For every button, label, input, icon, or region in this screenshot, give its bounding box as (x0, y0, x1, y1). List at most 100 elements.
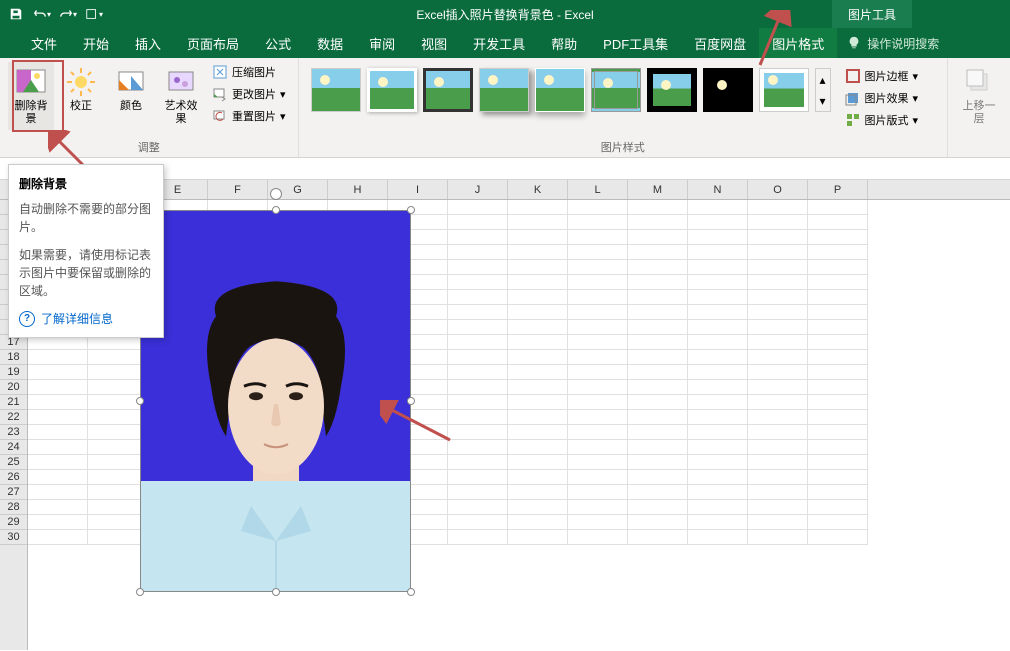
style-preset-7[interactable] (647, 68, 697, 112)
tab-file[interactable]: 文件 (18, 28, 70, 58)
group-picture-styles: ▴▾ 图片边框 ▾ 图片效果 ▾ 图片版式 ▾ 图片样式 (299, 58, 948, 157)
row-header-20[interactable]: 20 (0, 380, 27, 395)
style-preset-8[interactable] (703, 68, 753, 112)
row-header-30[interactable]: 30 (0, 530, 27, 545)
tab-developer[interactable]: 开发工具 (460, 28, 538, 58)
contextual-tab-label: 图片工具 (832, 0, 912, 28)
cells-area[interactable] (28, 200, 1010, 650)
tab-view[interactable]: 视图 (408, 28, 460, 58)
sun-icon (65, 66, 97, 98)
col-header-H[interactable]: H (328, 180, 388, 199)
tell-me-label: 操作说明搜索 (867, 35, 939, 52)
col-header-M[interactable]: M (628, 180, 688, 199)
style-preset-2[interactable] (367, 68, 417, 112)
picture-layout-button[interactable]: 图片版式 ▾ (843, 110, 921, 130)
forward-icon (963, 66, 995, 98)
row-header-24[interactable]: 24 (0, 440, 27, 455)
group-styles-label: 图片样式 (601, 136, 645, 157)
handle-ne[interactable] (407, 206, 415, 214)
handle-e[interactable] (407, 397, 415, 405)
reset-picture-button[interactable]: 重置图片 ▾ (208, 106, 290, 126)
tell-me-search[interactable]: 操作说明搜索 (847, 35, 939, 52)
window-title: Excel插入照片替换背景色 - Excel (416, 6, 593, 23)
bulb-icon (847, 36, 861, 50)
rotate-handle[interactable] (270, 188, 282, 200)
tab-insert[interactable]: 插入 (122, 28, 174, 58)
redo-button[interactable]: ▾ (56, 3, 80, 25)
tab-review[interactable]: 审阅 (356, 28, 408, 58)
picture-effects-button[interactable]: 图片效果 ▾ (843, 88, 921, 108)
bring-forward-button[interactable]: 上移一层 (956, 62, 1002, 130)
artistic-button[interactable]: 艺术效果 (158, 62, 204, 130)
col-header-F[interactable]: F (208, 180, 268, 199)
titlebar: ▾ ▾ ▾ Excel插入照片替换背景色 - Excel 图片工具 (0, 0, 1010, 28)
ribbon: 删除背景 校正 颜色 艺术效果 压缩图片 更改图片 ▾ 重置图片 ▾ 调整 (0, 58, 1010, 158)
handle-sw[interactable] (136, 588, 144, 596)
color-icon (115, 66, 147, 98)
picture-style-gallery: ▴▾ (307, 62, 835, 118)
tab-help[interactable]: 帮助 (538, 28, 590, 58)
corrections-button[interactable]: 校正 (58, 62, 104, 117)
artistic-label: 艺术效果 (160, 100, 202, 126)
layout-icon (845, 112, 861, 128)
corrections-label: 校正 (70, 100, 92, 113)
group-arrange: 上移一层 (948, 58, 1010, 157)
reset-icon (212, 108, 228, 124)
row-header-29[interactable]: 29 (0, 515, 27, 530)
style-preset-5[interactable] (535, 68, 585, 112)
change-icon (212, 86, 228, 102)
qat-more-button[interactable]: ▾ (82, 3, 106, 25)
col-header-N[interactable]: N (688, 180, 748, 199)
handle-w[interactable] (136, 397, 144, 405)
tab-pagelayout[interactable]: 页面布局 (174, 28, 252, 58)
row-header-19[interactable]: 19 (0, 365, 27, 380)
remove-background-button[interactable]: 删除背景 (8, 62, 54, 130)
handle-se[interactable] (407, 588, 415, 596)
remove-background-tooltip: 删除背景 自动删除不需要的部分图片。 如果需要，请使用标记表示图片中要保留或删除… (8, 164, 164, 338)
row-header-25[interactable]: 25 (0, 455, 27, 470)
col-header-J[interactable]: J (448, 180, 508, 199)
col-header-P[interactable]: P (808, 180, 868, 199)
tab-formulas[interactable]: 公式 (252, 28, 304, 58)
row-header-26[interactable]: 26 (0, 470, 27, 485)
tab-pdf[interactable]: PDF工具集 (590, 28, 681, 58)
tab-baidu[interactable]: 百度网盘 (681, 28, 759, 58)
tab-home[interactable]: 开始 (70, 28, 122, 58)
compress-icon (212, 64, 228, 80)
tooltip-body-1: 自动删除不需要的部分图片。 (19, 200, 153, 236)
tooltip-learn-more-link[interactable]: 了解详细信息 (19, 310, 153, 327)
row-header-28[interactable]: 28 (0, 500, 27, 515)
col-header-K[interactable]: K (508, 180, 568, 199)
row-header-21[interactable]: 21 (0, 395, 27, 410)
style-preset-9[interactable] (759, 68, 809, 112)
group-adjust: 删除背景 校正 颜色 艺术效果 压缩图片 更改图片 ▾ 重置图片 ▾ 调整 (0, 58, 299, 157)
change-picture-button[interactable]: 更改图片 ▾ (208, 84, 290, 104)
photo-image (140, 210, 411, 592)
style-preset-6[interactable] (591, 68, 641, 112)
style-preset-1[interactable] (311, 68, 361, 112)
style-preset-4[interactable] (479, 68, 529, 112)
undo-button[interactable]: ▾ (30, 3, 54, 25)
row-header-18[interactable]: 18 (0, 350, 27, 365)
handle-n[interactable] (272, 206, 280, 214)
handle-s[interactable] (272, 588, 280, 596)
picture-border-button[interactable]: 图片边框 ▾ (843, 66, 921, 86)
color-button[interactable]: 颜色 (108, 62, 154, 117)
compress-button[interactable]: 压缩图片 (208, 62, 290, 82)
tab-picture-format[interactable]: 图片格式 (759, 28, 837, 58)
row-header-22[interactable]: 22 (0, 410, 27, 425)
col-header-L[interactable]: L (568, 180, 628, 199)
artistic-icon (165, 66, 197, 98)
row-header-23[interactable]: 23 (0, 425, 27, 440)
group-adjust-label: 调整 (138, 136, 160, 157)
forward-label: 上移一层 (958, 100, 1000, 126)
tab-data[interactable]: 数据 (304, 28, 356, 58)
gallery-more-button[interactable]: ▴▾ (815, 68, 831, 112)
effects-icon (845, 90, 861, 106)
style-preset-3[interactable] (423, 68, 473, 112)
row-header-27[interactable]: 27 (0, 485, 27, 500)
save-button[interactable] (4, 3, 28, 25)
inserted-photo[interactable] (140, 210, 411, 592)
col-header-I[interactable]: I (388, 180, 448, 199)
col-header-O[interactable]: O (748, 180, 808, 199)
